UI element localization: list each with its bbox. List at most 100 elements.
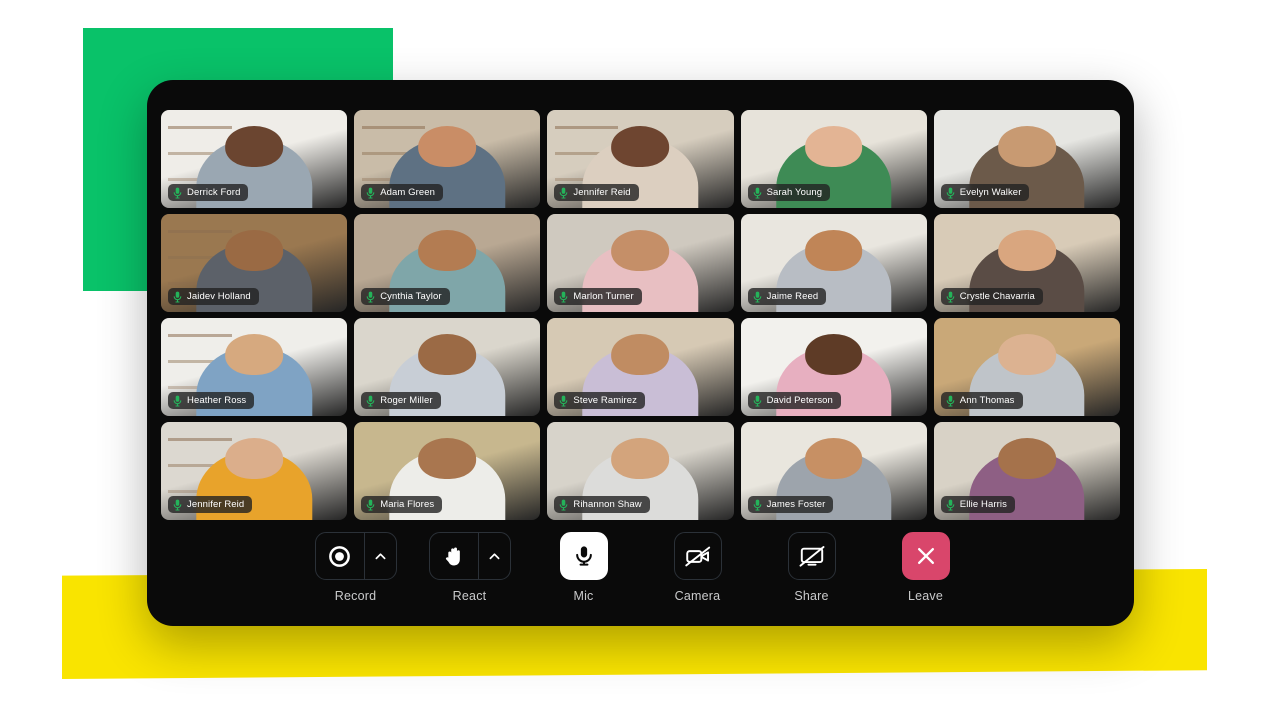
participant-face: [418, 229, 477, 271]
participant-name-label: Adam Green: [361, 184, 444, 201]
participant-tile[interactable]: Ann Thomas: [933, 318, 1120, 416]
participant-name-label: Jaidev Holland: [168, 288, 259, 305]
participant-tile[interactable]: Jaime Reed: [740, 214, 927, 312]
participant-face: [225, 125, 283, 167]
participant-name-label: Jennifer Reid: [554, 184, 639, 201]
participant-name: Sarah Young: [766, 187, 823, 198]
mic-on-icon: [173, 499, 182, 511]
participant-tile[interactable]: Jaidev Holland: [161, 214, 348, 312]
participant-tile[interactable]: James Foster: [740, 422, 927, 520]
participant-name: Maria Flores: [380, 499, 435, 510]
participant-name-label: Cynthia Taylor: [361, 288, 450, 305]
mic-button[interactable]: [559, 532, 608, 580]
microphone-icon: [575, 546, 592, 566]
background-shelf: [361, 125, 425, 129]
participant-name: James Foster: [766, 499, 826, 510]
participant-name: Rihannon Shaw: [573, 499, 642, 510]
participant-name-label: Marlon Turner: [554, 288, 642, 305]
mic-on-icon: [366, 499, 375, 511]
participant-face: [804, 229, 863, 271]
camera-off-icon: [684, 546, 710, 566]
participant-face: [998, 125, 1056, 167]
control-share: Share: [755, 532, 869, 603]
participant-name: Adam Green: [380, 187, 436, 198]
control-record: Record: [299, 532, 413, 603]
participant-face: [998, 333, 1056, 375]
participant-tile[interactable]: Adam Green: [354, 110, 541, 208]
participant-tile[interactable]: Jennifer Reid: [161, 422, 348, 520]
participant-name: Evelyn Walker: [959, 187, 1022, 198]
participant-name-label: James Foster: [747, 496, 834, 513]
participant-name: Roger Miller: [380, 395, 433, 406]
participant-name-label: Crystle Chavarria: [940, 288, 1043, 305]
participant-tile[interactable]: Roger Miller: [354, 318, 541, 416]
control-mic: Mic: [527, 532, 641, 603]
mic-on-icon: [560, 395, 568, 407]
participant-tile[interactable]: Sarah Young: [740, 110, 927, 208]
participant-name: Crystle Chavarria: [959, 291, 1035, 302]
participant-tile[interactable]: Marlon Turner: [547, 214, 734, 312]
participant-tile[interactable]: Evelyn Walker: [933, 110, 1120, 208]
participant-name: Ellie Harris: [959, 499, 1007, 510]
control-react: React: [413, 532, 527, 603]
participant-name: Jennifer Reid: [573, 187, 631, 198]
call-toolbar: Record React Mic Camera Share Leave: [147, 520, 1134, 626]
participant-face: [225, 333, 283, 375]
participant-name: Ann Thomas: [959, 395, 1015, 406]
participant-name-label: Maria Flores: [361, 496, 443, 513]
control-camera: Camera: [641, 532, 755, 603]
leave-label: Leave: [907, 589, 944, 603]
background-shelf: [168, 333, 232, 337]
mic-on-icon: [946, 395, 955, 407]
chevron-up-icon: [375, 552, 385, 559]
participant-name: Jaime Reed: [766, 291, 819, 302]
mic-on-icon: [173, 187, 182, 199]
participant-name: Marlon Turner: [573, 291, 634, 302]
participant-face: [998, 229, 1056, 271]
participant-grid: Derrick Ford Adam Green Jennifer Reid Sarah…: [161, 110, 1120, 520]
mic-on-icon: [946, 499, 955, 511]
react-options-button[interactable]: [477, 533, 510, 579]
participant-name-label: Rihannon Shaw: [554, 496, 650, 513]
react-split-button: [428, 532, 511, 580]
chevron-up-icon: [489, 552, 499, 559]
react-button[interactable]: [430, 533, 478, 579]
participant-tile[interactable]: Maria Flores: [354, 422, 541, 520]
close-x-icon: [917, 547, 934, 565]
react-label: React: [452, 589, 487, 603]
mic-on-icon: [366, 395, 375, 407]
participant-tile[interactable]: Ellie Harris: [933, 422, 1120, 520]
participant-name: Jaidev Holland: [187, 291, 251, 302]
participant-name-label: Evelyn Walker: [940, 184, 1030, 201]
participant-tile[interactable]: Derrick Ford: [161, 110, 348, 208]
participant-name-label: Ellie Harris: [940, 496, 1015, 513]
participant-tile[interactable]: Rihannon Shaw: [547, 422, 734, 520]
mic-on-icon: [946, 291, 955, 303]
share-button[interactable]: [787, 532, 836, 580]
participant-name-label: Ann Thomas: [940, 392, 1023, 409]
record-label: Record: [334, 589, 377, 603]
screen-share-off-icon: [799, 545, 824, 567]
raised-hand-icon: [445, 547, 460, 565]
participant-name: Derrick Ford: [187, 187, 241, 198]
participant-tile[interactable]: Cynthia Taylor: [354, 214, 541, 312]
mic-on-icon: [173, 395, 182, 407]
share-label: Share: [794, 589, 829, 603]
record-options-button[interactable]: [363, 533, 396, 579]
participant-name: Jennifer Reid: [187, 499, 245, 510]
participant-name: Cynthia Taylor: [380, 291, 442, 302]
participant-tile[interactable]: Crystle Chavarria: [933, 214, 1120, 312]
record-icon: [329, 545, 350, 567]
camera-button[interactable]: [673, 532, 722, 580]
participant-name-label: Heather Ross: [168, 392, 255, 409]
participant-tile[interactable]: Heather Ross: [161, 318, 348, 416]
record-button[interactable]: [316, 533, 364, 579]
participant-name-label: David Peterson: [747, 392, 841, 409]
participant-tile[interactable]: Steve Ramirez: [547, 318, 734, 416]
participant-tile[interactable]: David Peterson: [740, 318, 927, 416]
participant-name-label: Roger Miller: [361, 392, 441, 409]
video-call-window: Derrick Ford Adam Green Jennifer Reid Sarah…: [147, 80, 1134, 626]
participant-tile[interactable]: Jennifer Reid: [547, 110, 734, 208]
leave-button[interactable]: [901, 532, 950, 580]
participant-name: Heather Ross: [187, 395, 247, 406]
